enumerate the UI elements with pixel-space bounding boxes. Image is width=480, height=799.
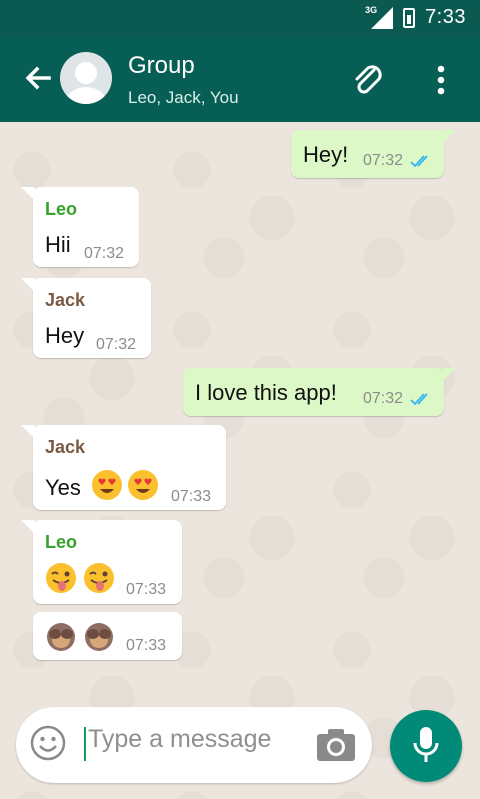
message-text: Hey bbox=[45, 323, 85, 348]
microphone-icon bbox=[413, 727, 439, 762]
microphone-button[interactable] bbox=[390, 710, 462, 782]
status-right: 3G 7:33 bbox=[365, 4, 466, 29]
winking-tongue-emoji bbox=[46, 563, 76, 593]
status-time: 7:33 bbox=[425, 6, 466, 28]
message-list[interactable]: Hey! 07:32 Leo Hii 07:32 Jack Hey 07:32 … bbox=[0, 122, 480, 799]
message-time: 07:32 bbox=[363, 152, 432, 170]
message-composer[interactable]: Type a message bbox=[16, 707, 372, 783]
winking-tongue-emoji bbox=[84, 563, 114, 593]
double-check-icon bbox=[409, 393, 428, 406]
conversation-header: Group Leo, Jack, You bbox=[0, 38, 480, 122]
sender-name: Leo bbox=[45, 532, 78, 552]
more-options-icon[interactable] bbox=[426, 60, 456, 100]
sender-name: Jack bbox=[45, 437, 86, 457]
incoming-message[interactable]: Jack Yes 07:33 bbox=[21, 425, 226, 510]
back-arrow-icon[interactable] bbox=[18, 58, 58, 98]
conversation-title[interactable]: Group bbox=[128, 52, 195, 80]
text-caret bbox=[84, 727, 86, 761]
message-time: 07:33 bbox=[126, 581, 167, 598]
message-time: 07:32 bbox=[84, 245, 125, 262]
incoming-message[interactable]: Leo Hii 07:32 bbox=[21, 187, 139, 267]
sender-name: Leo bbox=[45, 199, 78, 219]
message-text: Hey! bbox=[303, 142, 349, 167]
battery-icon bbox=[403, 7, 416, 28]
message-time: 07:33 bbox=[171, 488, 212, 505]
camera-icon[interactable] bbox=[314, 725, 358, 765]
group-avatar-icon[interactable] bbox=[60, 52, 112, 104]
conversation-participants[interactable]: Leo, Jack, You bbox=[128, 88, 239, 108]
incoming-message[interactable]: 07:33 bbox=[33, 612, 182, 660]
incoming-message[interactable]: Leo 07:33 bbox=[21, 520, 182, 604]
message-time: 07:33 bbox=[126, 637, 167, 654]
message-time: 07:32 bbox=[363, 390, 432, 408]
attachment-clip-icon[interactable] bbox=[348, 60, 388, 100]
heart-eyes-emoji bbox=[92, 470, 122, 500]
double-check-icon bbox=[409, 155, 428, 168]
see-no-evil-monkey-emoji bbox=[47, 623, 75, 651]
outgoing-message[interactable]: I love this app! 07:32 bbox=[183, 368, 456, 416]
signal-icon: 3G bbox=[365, 4, 394, 29]
chat-screen: 3G 7:33 Group Leo, Jack, You Hey! 07:32 … bbox=[0, 0, 480, 799]
outgoing-message[interactable]: Hey! 07:32 bbox=[291, 130, 456, 178]
network-type: 3G bbox=[365, 4, 378, 15]
sender-name: Jack bbox=[45, 290, 86, 310]
message-time: 07:32 bbox=[96, 336, 137, 353]
status-bar: 3G 7:33 bbox=[0, 0, 480, 38]
see-no-evil-monkey-emoji bbox=[85, 623, 113, 651]
message-text: Hii bbox=[45, 232, 71, 257]
heart-eyes-emoji bbox=[128, 470, 158, 500]
message-text: I love this app! bbox=[195, 380, 337, 405]
message-text: Yes bbox=[45, 475, 81, 500]
smiley-icon[interactable] bbox=[30, 725, 66, 761]
message-input[interactable]: Type a message bbox=[88, 725, 271, 754]
incoming-message[interactable]: Jack Hey 07:32 bbox=[21, 278, 151, 358]
